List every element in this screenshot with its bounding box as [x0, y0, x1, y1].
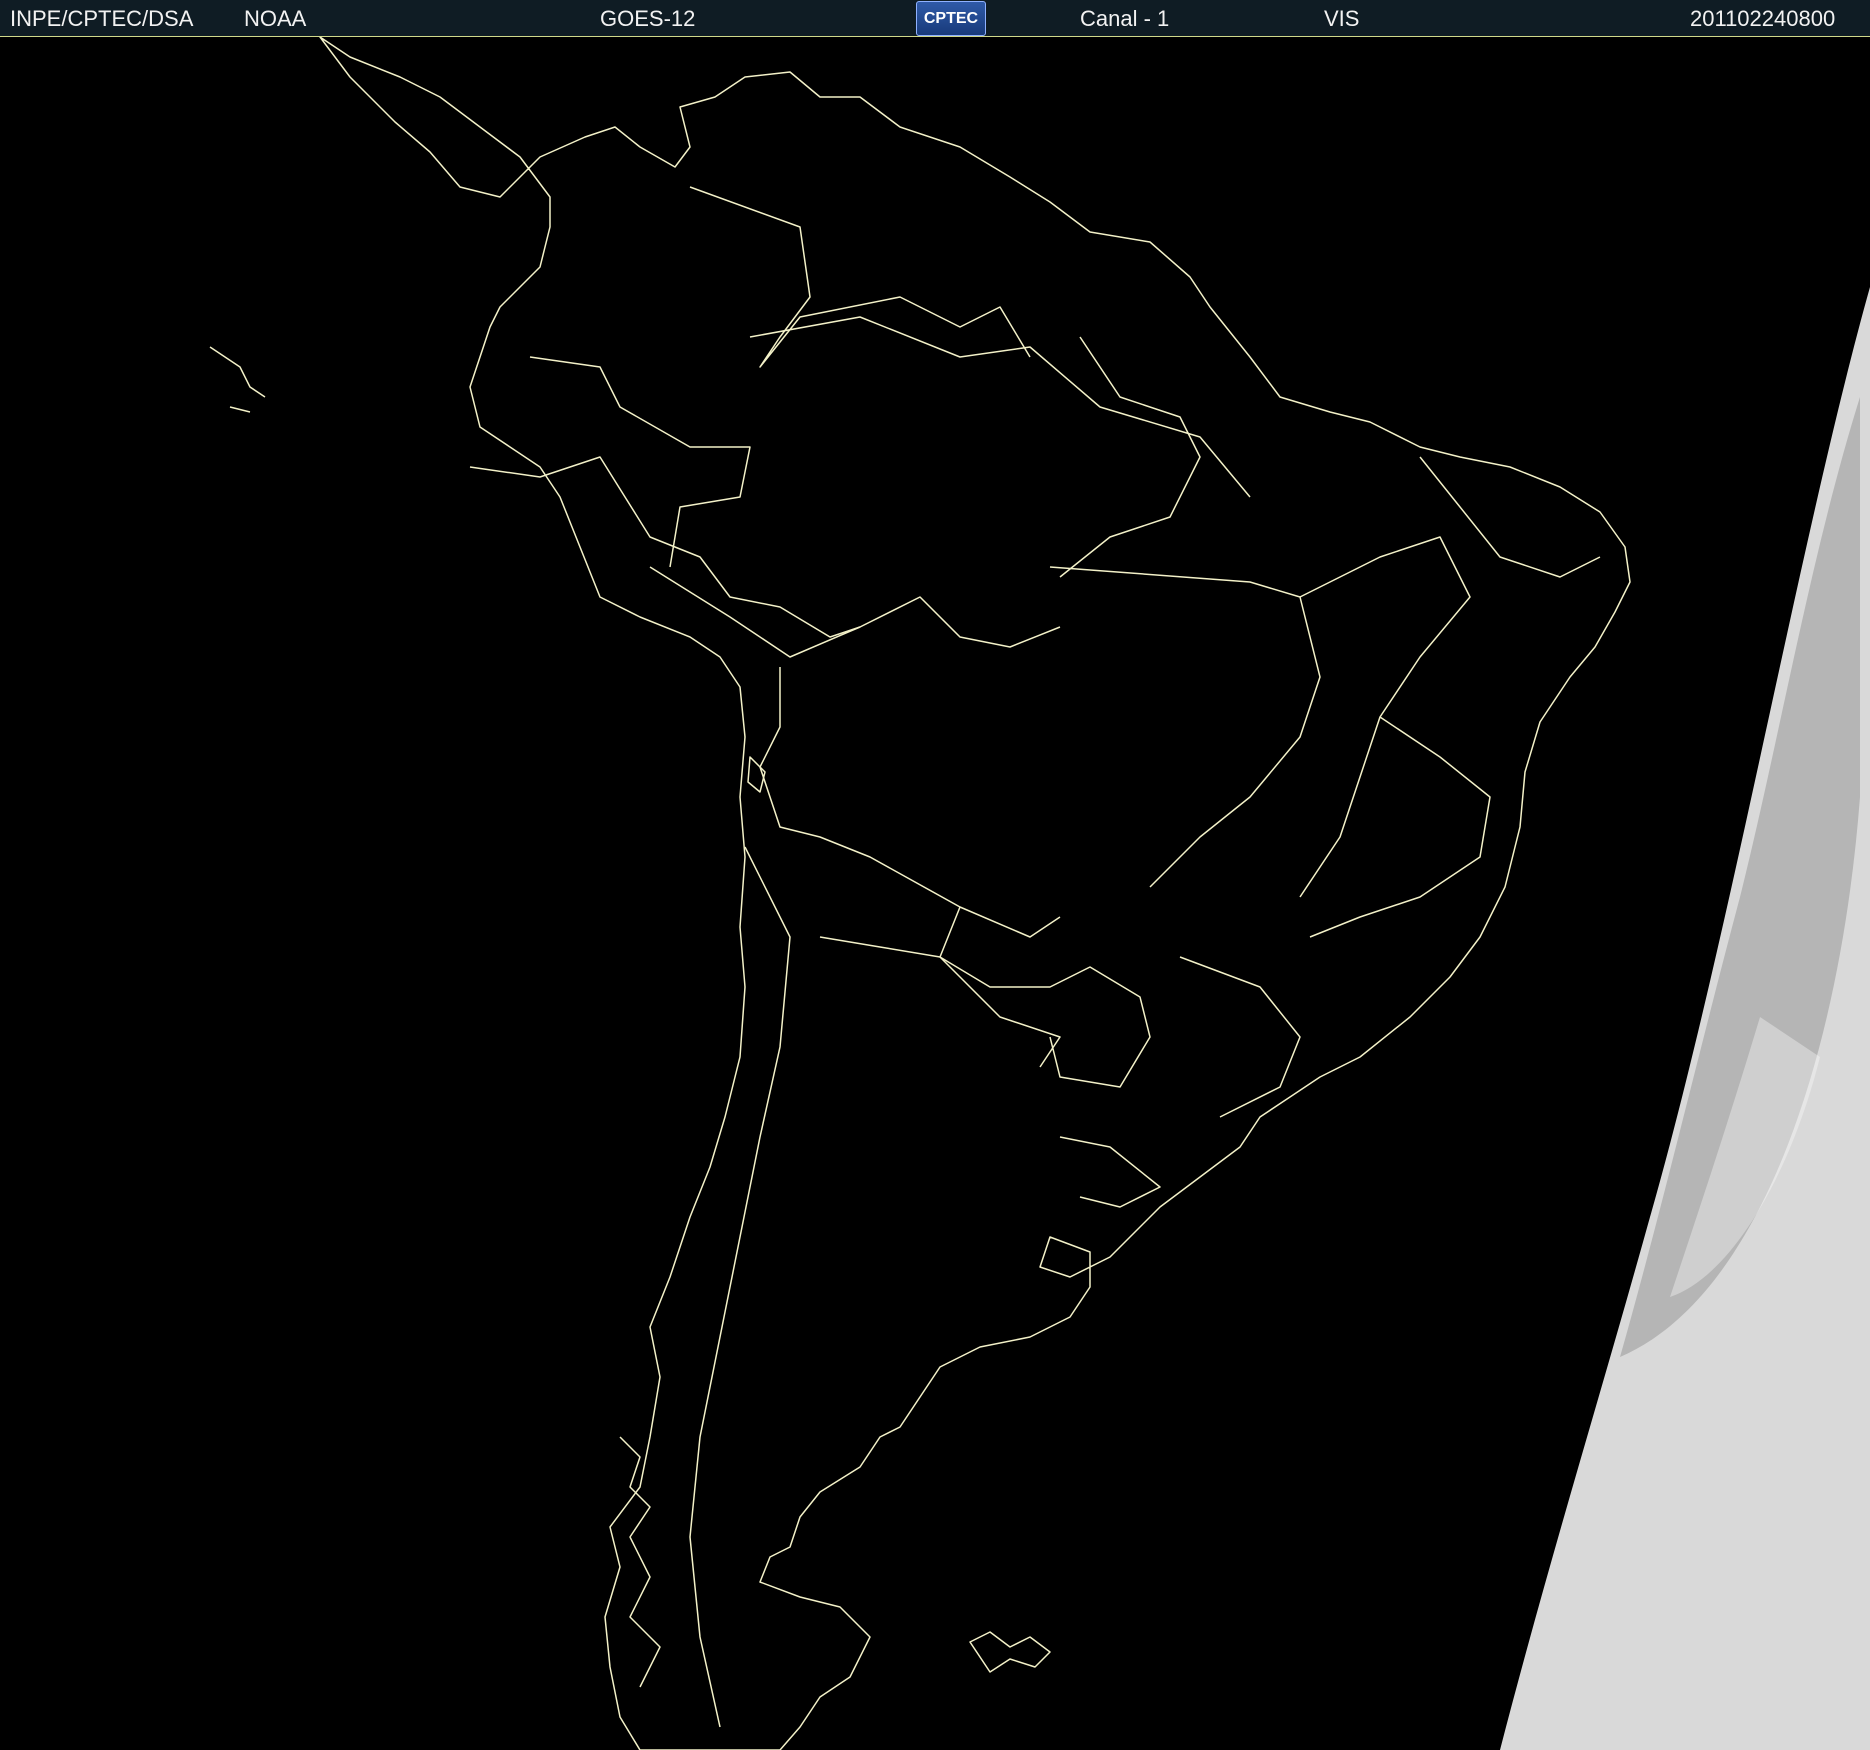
channel-label: Canal - 1 [1080, 6, 1170, 31]
chile-fjords [619, 1436, 661, 1688]
border-brazil-west [649, 566, 1061, 658]
border-brazil-states-2 [1299, 536, 1471, 898]
galapagos-islands [209, 346, 266, 413]
border-colombia [529, 356, 751, 568]
cptec-logo-icon: CPTEC [916, 1, 986, 36]
border-argentina [819, 936, 1061, 1068]
image-header: INPE/CPTEC/DSA NOAA GOES-12 CPTEC Canal … [0, 0, 1870, 37]
border-brazil-states-6 [1059, 336, 1201, 578]
border-brazil-states-3 [1309, 716, 1491, 938]
coastlines [209, 37, 1631, 1750]
border-peru [469, 456, 861, 638]
border-brazil-states-5 [1419, 456, 1601, 578]
border-chile [689, 846, 791, 1728]
border-uruguay [1059, 1136, 1161, 1208]
continent-outline [319, 37, 1631, 1750]
border-bolivia [759, 667, 1061, 938]
timestamp-label: 201102240800 [1690, 6, 1836, 31]
border-brazil-states-4 [1179, 956, 1301, 1118]
satellite-map [0, 37, 1870, 1750]
satellite-label: GOES-12 [600, 6, 696, 31]
band-label: VIS [1324, 6, 1360, 31]
border-brazil-states-1 [1049, 566, 1321, 888]
map-svg [209, 37, 1870, 1750]
falkland-islands [969, 1631, 1051, 1673]
border-brazil-north [749, 316, 1251, 498]
provider-label: NOAA [244, 6, 307, 31]
border-venezuela [689, 186, 1031, 368]
agency-label: INPE/CPTEC/DSA [10, 6, 194, 31]
